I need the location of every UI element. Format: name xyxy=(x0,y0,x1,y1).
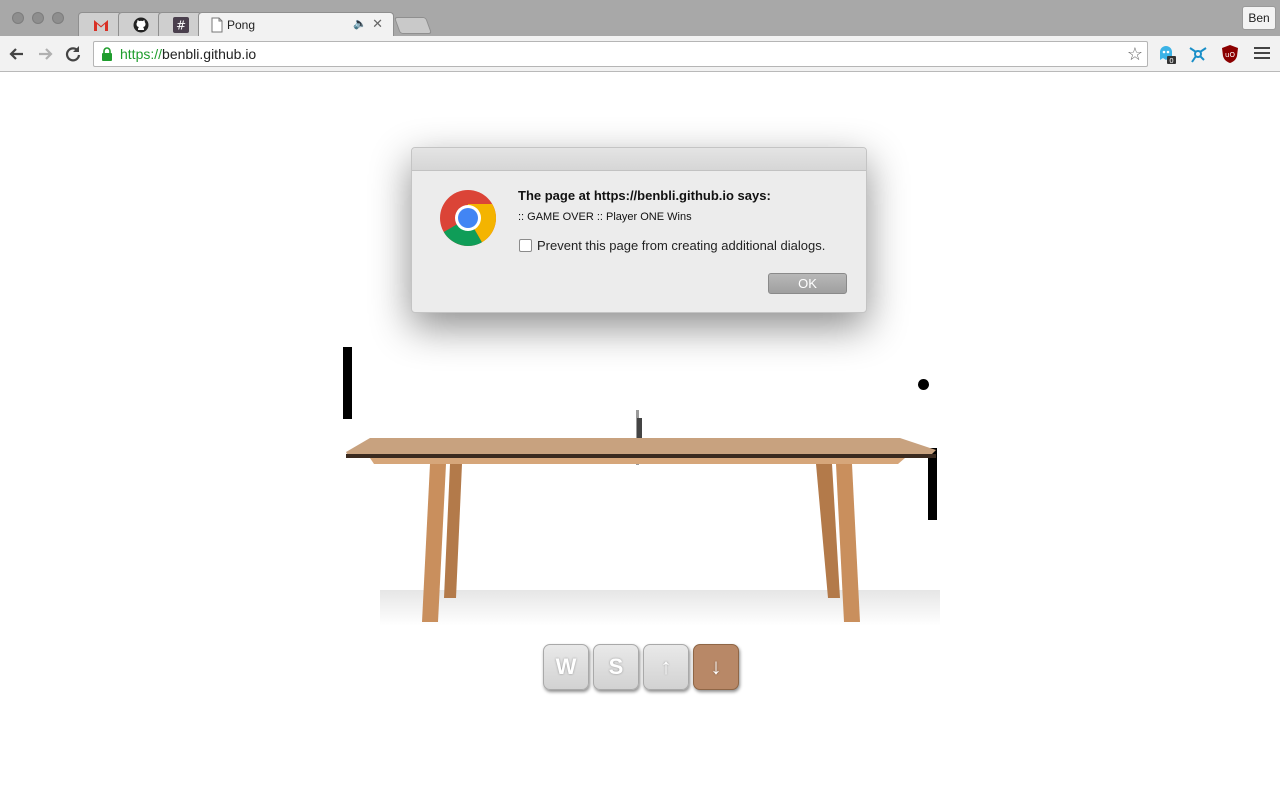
url-host: benbli.github.io xyxy=(162,46,257,62)
reload-button[interactable] xyxy=(62,43,84,65)
back-button[interactable] xyxy=(6,43,28,65)
svg-text:#: # xyxy=(176,19,186,33)
alert-dialog: The page at https://benbli.github.io say… xyxy=(411,147,867,313)
key-down[interactable]: ↓ xyxy=(693,644,739,690)
prevent-dialogs-checkbox[interactable] xyxy=(519,239,532,252)
tab-gmail[interactable] xyxy=(78,12,122,36)
gmail-icon xyxy=(94,20,108,31)
back-arrow-icon xyxy=(9,48,23,60)
lock-icon xyxy=(102,47,112,61)
network-icon[interactable] xyxy=(1188,44,1208,64)
svg-text:uO: uO xyxy=(1225,51,1235,59)
ghostery-badge: 0 xyxy=(1169,57,1173,64)
dialog-message: :: GAME OVER :: Player ONE Wins xyxy=(518,211,692,223)
close-window-button[interactable] xyxy=(12,12,24,24)
chrome-logo-icon xyxy=(440,190,496,246)
key-w[interactable]: W xyxy=(543,644,589,690)
close-icon[interactable]: ✕ xyxy=(372,16,383,32)
browser-toolbar: https://benbli.github.io ☆ 0 uO xyxy=(0,36,1280,72)
chrome-menu-icon[interactable] xyxy=(1254,45,1270,61)
github-icon xyxy=(133,17,149,33)
tab-title: Pong xyxy=(227,18,256,32)
reload-icon xyxy=(65,46,81,62)
ping-pong-table-image xyxy=(346,410,940,626)
dialog-heading: The page at https://benbli.github.io say… xyxy=(518,188,771,203)
tab-pong[interactable]: Pong 🔈 ✕ xyxy=(198,12,394,37)
key-s[interactable]: S xyxy=(593,644,639,690)
profile-button[interactable]: Ben xyxy=(1242,6,1276,30)
new-tab-button[interactable] xyxy=(393,17,433,34)
key-up[interactable]: ↑ xyxy=(643,644,689,690)
tab-slack[interactable]: # xyxy=(158,12,202,36)
page-icon xyxy=(211,17,223,33)
ok-button[interactable]: OK xyxy=(768,273,847,294)
slack-icon: # xyxy=(173,17,189,33)
prevent-dialogs-label[interactable]: Prevent this page from creating addition… xyxy=(537,238,825,253)
forward-button[interactable] xyxy=(34,43,56,65)
forward-arrow-icon xyxy=(39,48,53,60)
ghostery-icon[interactable]: 0 xyxy=(1156,44,1176,64)
url-text: https://benbli.github.io xyxy=(120,46,256,62)
minimize-window-button[interactable] xyxy=(32,12,44,24)
url-scheme: https:// xyxy=(120,46,163,62)
window-titlebar: # Pong 🔈 ✕ Ben xyxy=(0,0,1280,37)
ublock-icon[interactable]: uO xyxy=(1220,44,1240,64)
tab-github[interactable] xyxy=(118,12,162,36)
speaker-icon: 🔈 xyxy=(353,18,367,30)
ball xyxy=(918,379,929,390)
bookmark-star-icon[interactable]: ☆ xyxy=(1127,44,1143,65)
zoom-window-button[interactable] xyxy=(52,12,64,24)
dialog-titlebar xyxy=(412,148,866,171)
address-bar[interactable]: https://benbli.github.io ☆ xyxy=(93,41,1148,67)
